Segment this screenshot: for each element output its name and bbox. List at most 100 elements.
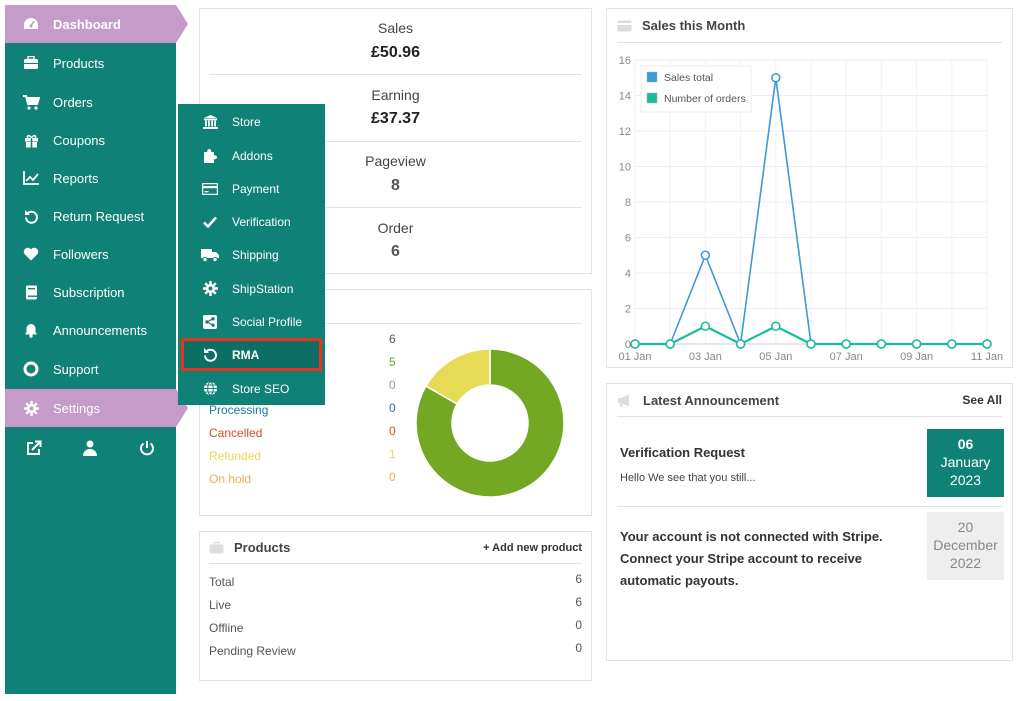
submenu-item-label: Verification xyxy=(232,214,291,229)
sales-label: Sales xyxy=(377,20,414,36)
submenu-item-label: Store SEO xyxy=(232,381,290,396)
y-tick-label: 14 xyxy=(619,91,631,103)
sidebar-item-label: Reports xyxy=(53,170,99,186)
legend-swatch xyxy=(646,71,658,83)
submenu-item-addons[interactable]: Addons xyxy=(178,139,325,172)
products-card: Products + Add new product Total 6 Live … xyxy=(199,531,592,681)
sidebar-item-settings[interactable]: Settings xyxy=(5,389,188,427)
book-icon xyxy=(20,285,42,300)
credit-card-icon xyxy=(617,20,632,32)
announcement-title: Latest Announcement xyxy=(617,393,779,408)
date-day: 20 xyxy=(957,519,974,535)
order-status-label[interactable]: Refunded xyxy=(209,449,261,463)
products-card-title: Products xyxy=(209,540,290,555)
sales-chart-title-text: Sales this Month xyxy=(642,18,746,33)
legend-label: Number of orders xyxy=(664,93,746,105)
announcement-item-excerpt: Hello We see that you still... xyxy=(620,472,756,484)
data-point xyxy=(735,339,746,349)
submenu-item-store-seo[interactable]: Store SEO xyxy=(178,372,325,405)
announcement-date-badge: 20 December 2022 xyxy=(927,512,1004,580)
see-all-link[interactable]: See All xyxy=(962,393,1002,407)
bell-icon xyxy=(20,323,42,338)
products-pending-label: Pending Review xyxy=(209,644,296,658)
y-tick-label: 0 xyxy=(625,339,631,351)
announcement-item-title[interactable]: Verification Request xyxy=(620,445,745,460)
sidebar-item-support[interactable]: Support xyxy=(5,350,176,388)
products-live-label: Live xyxy=(209,598,232,612)
submenu-item-label: Addons xyxy=(232,148,273,163)
bank-icon xyxy=(200,114,220,129)
order-status-label[interactable]: Processing xyxy=(209,403,268,417)
date-month: January xyxy=(940,454,991,470)
x-tick-label: 01 Jan xyxy=(618,351,651,363)
order-status-count: 0 xyxy=(389,401,396,415)
settings-submenu: Store Addons Payment Verification Shippi… xyxy=(178,104,325,405)
submenu-item-label: Store xyxy=(232,114,261,129)
sidebar-item-return-request[interactable]: Return Request xyxy=(5,197,176,235)
submenu-item-social-profile[interactable]: Social Profile xyxy=(178,305,325,338)
chart-icon xyxy=(20,171,42,185)
sidebar-item-coupons[interactable]: Coupons xyxy=(5,121,176,159)
sidebar-item-dashboard[interactable]: Dashboard xyxy=(5,5,188,43)
submenu-item-payment[interactable]: Payment xyxy=(178,172,325,205)
data-point xyxy=(630,339,640,349)
submenu-item-verification[interactable]: Verification xyxy=(178,205,325,238)
y-tick-label: 8 xyxy=(625,197,631,209)
submenu-item-label: ShipStation xyxy=(232,281,294,296)
sales-value: £50.96 xyxy=(371,44,420,61)
divider xyxy=(209,74,582,75)
external-link-icon[interactable] xyxy=(26,440,42,461)
date-month: December xyxy=(933,537,998,553)
add-new-product-link[interactable]: + Add new product xyxy=(483,542,582,554)
legend-label: Sales total xyxy=(664,72,713,84)
sidebar-nav: Dashboard Products Orders Coupons Report… xyxy=(5,5,188,694)
x-tick-label: 09 Jan xyxy=(900,351,933,363)
y-tick-label: 2 xyxy=(625,304,631,316)
products-title-text: Products xyxy=(234,540,291,555)
sales-chart-title: Sales this Month xyxy=(617,18,745,33)
order-status-label[interactable]: Cancelled xyxy=(209,426,262,440)
data-point xyxy=(665,339,675,349)
data-point xyxy=(982,339,992,349)
lifebuoy-icon xyxy=(20,361,42,377)
sidebar-item-orders[interactable]: Orders xyxy=(5,83,176,121)
submenu-item-shipping[interactable]: Shipping xyxy=(178,238,325,271)
x-tick-label: 05 Jan xyxy=(759,351,792,363)
data-point xyxy=(771,73,781,83)
submenu-item-store[interactable]: Store xyxy=(178,105,325,138)
sidebar-item-label: Followers xyxy=(53,246,109,262)
sidebar-item-reports[interactable]: Reports xyxy=(5,159,176,197)
dashboard-icon xyxy=(20,17,42,31)
sidebar-item-announcements[interactable]: Announcements xyxy=(5,311,176,349)
date-day: 06 xyxy=(957,436,974,452)
date-year: 2023 xyxy=(949,472,982,488)
sidebar-item-subscription[interactable]: Subscription xyxy=(5,273,176,311)
x-tick-label: 03 Jan xyxy=(689,351,722,363)
sidebar-item-products[interactable]: Products xyxy=(5,44,176,82)
undo-icon xyxy=(20,209,42,224)
submenu-item-rma[interactable]: RMA xyxy=(181,338,322,371)
order-status-label[interactable]: On hold xyxy=(209,472,251,486)
data-point xyxy=(700,250,711,260)
data-point xyxy=(876,339,887,349)
power-icon[interactable] xyxy=(139,440,155,461)
submenu-item-shipstation[interactable]: ShipStation xyxy=(178,272,325,305)
sidebar-item-label: Dashboard xyxy=(53,16,121,32)
order-status-count: 6 xyxy=(389,332,396,346)
sidebar-item-label: Orders xyxy=(53,94,93,110)
legend-swatch xyxy=(646,92,658,104)
products-total-value: 6 xyxy=(575,572,582,586)
gear-icon xyxy=(20,400,42,416)
divider xyxy=(617,416,1002,417)
gift-icon xyxy=(20,133,42,148)
announcement-title-text: Latest Announcement xyxy=(643,393,780,408)
products-total-label: Total xyxy=(209,575,235,589)
x-tick-label: 11 Jan xyxy=(971,351,1003,363)
order-status-count: 0 xyxy=(389,470,396,484)
announcement-item-title[interactable]: Your account is not connected with Strip… xyxy=(620,526,920,592)
products-pending-value: 0 xyxy=(575,641,582,655)
user-icon[interactable] xyxy=(83,440,98,461)
data-point xyxy=(911,339,922,349)
share-icon xyxy=(200,314,220,329)
sidebar-item-followers[interactable]: Followers xyxy=(5,235,176,273)
